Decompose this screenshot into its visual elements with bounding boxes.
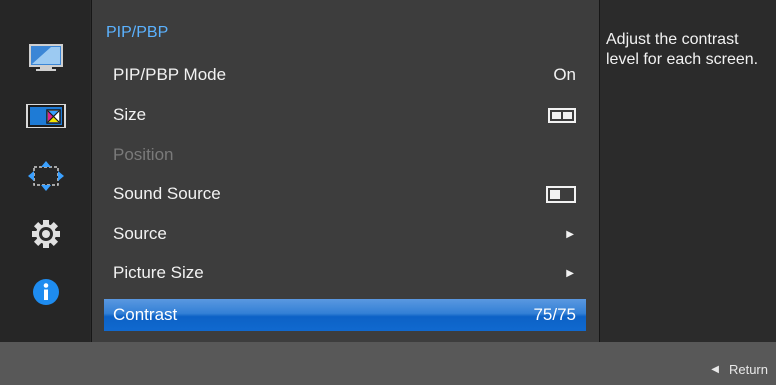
- osd-menu: PIP/PBP PIP/PBP Mode On Size Position So…: [0, 0, 776, 385]
- menu-item-label: Position: [113, 145, 174, 164]
- menu-item-value: On: [553, 65, 576, 84]
- triangle-left-icon: ◀: [711, 364, 719, 375]
- sound-source-icon: [546, 185, 576, 203]
- menu-title: PIP/PBP: [106, 24, 169, 41]
- pip-pbp-icon[interactable]: [26, 104, 66, 128]
- help-description: Adjust the contrast level for each scree…: [606, 31, 759, 68]
- pip-pbp-menu-panel: PIP/PBP PIP/PBP Mode On Size Position So…: [91, 0, 600, 345]
- menu-item-size[interactable]: Size: [104, 99, 586, 131]
- return-label: Return: [728, 362, 768, 377]
- menu-item-contrast[interactable]: Contrast 75/75: [104, 299, 586, 331]
- menu-item-position: Position: [104, 139, 586, 171]
- category-sidebar: [0, 0, 90, 342]
- menu-item-label: Contrast: [113, 305, 178, 324]
- menu-item-sound-source[interactable]: Sound Source: [104, 178, 586, 210]
- menu-item-picture-size[interactable]: Picture Size ▶: [104, 257, 586, 289]
- menu-item-label: Sound Source: [113, 184, 221, 203]
- menu-item-label: Source: [113, 224, 167, 243]
- size-split-icon: [548, 107, 576, 123]
- menu-item-source[interactable]: Source ▶: [104, 218, 586, 250]
- menu-item-value: 75/75: [533, 305, 576, 324]
- information-icon[interactable]: [24, 276, 68, 308]
- menu-item-label: Picture Size: [113, 263, 204, 282]
- triangle-right-icon: ▶: [566, 267, 574, 279]
- menu-item-pip-pbp-mode[interactable]: PIP/PBP Mode On: [104, 59, 586, 91]
- onscreen-display-icon[interactable]: [24, 160, 68, 192]
- bottom-guide-bar: [0, 342, 776, 385]
- picture-icon[interactable]: [24, 42, 68, 74]
- triangle-right-icon: ▶: [566, 228, 574, 240]
- menu-item-label: Size: [113, 105, 147, 124]
- system-gear-icon[interactable]: [24, 218, 68, 250]
- menu-item-label: PIP/PBP Mode: [113, 65, 227, 84]
- return-button[interactable]: ◀ Return: [711, 362, 768, 377]
